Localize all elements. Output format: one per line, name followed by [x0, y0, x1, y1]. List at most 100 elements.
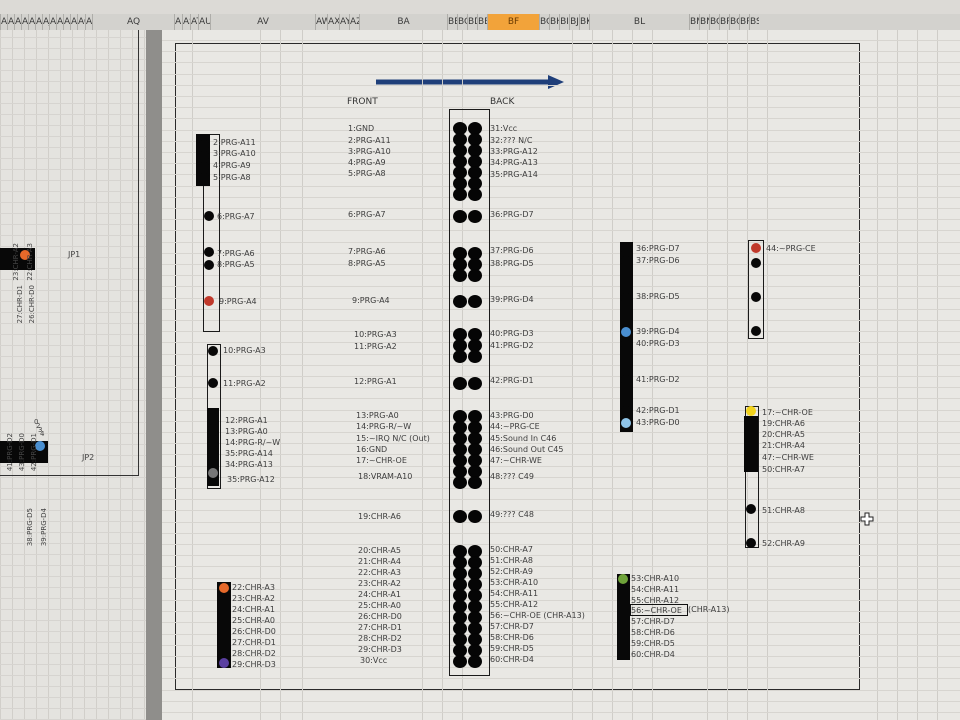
column-header-as[interactable]: AS: [182, 14, 190, 30]
column-header-at[interactable]: AT: [190, 14, 198, 30]
back-pin-label: 35:PRG-A14: [490, 170, 538, 179]
frozen-pane-divider[interactable]: [146, 30, 162, 720]
left-pane-rotated-label: 43:PRG-D0: [18, 433, 26, 472]
column-header-au[interactable]: AU: [198, 14, 210, 30]
grid-hline: [162, 387, 960, 388]
column-header-aw[interactable]: AW: [315, 14, 327, 30]
column-header-bl[interactable]: BL: [589, 14, 689, 30]
right2b-pin: [746, 538, 756, 548]
column-header-ag[interactable]: AG: [21, 14, 28, 30]
column-header-bd[interactable]: BD: [467, 14, 477, 30]
grid-vline: [727, 30, 728, 720]
front-pin-label: 5:PRG-A8: [348, 169, 386, 178]
column-header-bm[interactable]: BM: [689, 14, 699, 30]
column-header-bf[interactable]: BF: [487, 14, 539, 30]
column-header-ar[interactable]: AR: [174, 14, 182, 30]
column-header-bo[interactable]: BO: [709, 14, 719, 30]
column-header-ax[interactable]: AX: [327, 14, 339, 30]
column-header-az[interactable]: AZ: [349, 14, 359, 30]
right2-pin: [751, 258, 761, 268]
grid-hline: [162, 342, 960, 343]
column-header-aq[interactable]: AQ: [92, 14, 174, 30]
column-header-am[interactable]: AM: [63, 14, 70, 30]
column-header-bs[interactable]: BS: [749, 14, 759, 30]
left-pane-rotated-label: 41:PRG-D2: [6, 433, 14, 472]
edge-pin-back: [468, 269, 482, 282]
front-pin-label: 26:CHR-D0: [358, 612, 402, 621]
selected-cell[interactable]: [630, 604, 688, 616]
grid-hline: [162, 107, 960, 108]
left-strip-b-pin: [208, 446, 218, 456]
grid-hline: [162, 219, 960, 220]
right2-label: 44:~PRG-CE: [766, 244, 816, 253]
grid-hline: [162, 309, 960, 310]
column-header-be[interactable]: BE: [477, 14, 487, 30]
grid-hline: [162, 667, 960, 668]
column-header-br[interactable]: BR: [739, 14, 749, 30]
column-header-bi[interactable]: BI: [559, 14, 569, 30]
grid-hline: [162, 645, 960, 646]
column-header-ae[interactable]: AE: [7, 14, 14, 30]
column-header-bc[interactable]: BC: [457, 14, 467, 30]
column-header-ah[interactable]: AH: [28, 14, 35, 30]
jp2-label: JP2: [82, 453, 95, 462]
grid-hline: [162, 85, 960, 86]
grid-hline: [162, 566, 960, 567]
column-header-ad[interactable]: AD: [0, 14, 7, 30]
column-header-bh[interactable]: BH: [549, 14, 559, 30]
grid-vline: [592, 30, 593, 720]
left-connector-label: 26:CHR-D0: [232, 627, 276, 636]
left-connector-label: 13:PRG-A0: [225, 427, 268, 436]
left-strip-a-pin: [199, 151, 209, 161]
column-header-av[interactable]: AV: [210, 14, 315, 30]
column-header-ao[interactable]: AO: [77, 14, 85, 30]
column-header-bj[interactable]: BJ: [569, 14, 579, 30]
back-pin-label: 39:PRG-D4: [490, 295, 534, 304]
column-header-al[interactable]: AL: [56, 14, 63, 30]
back-pin-label: 32:??? N/C: [490, 136, 533, 145]
back-pin-label: 36:PRG-D7: [490, 210, 534, 219]
left-pane-digit: 4: [40, 430, 45, 438]
column-header-bb[interactable]: BB: [447, 14, 457, 30]
grid-hline: [162, 51, 960, 52]
column-header-af[interactable]: AF: [14, 14, 21, 30]
edge-pin-front: [453, 188, 467, 201]
grid-hline: [162, 163, 960, 164]
back-pin-label: 52:CHR-A9: [490, 567, 533, 576]
back-pin-label: 49:??? C48: [490, 510, 534, 519]
column-header-bg[interactable]: BG: [539, 14, 549, 30]
left-connector-label: 10:PRG-A3: [223, 346, 266, 355]
column-header-bn[interactable]: BN: [699, 14, 709, 30]
right1-label: 38:PRG-D5: [636, 292, 680, 301]
left-pane-rotated-label: 26:CHR-D0: [28, 285, 36, 324]
column-header-bp[interactable]: BP: [719, 14, 729, 30]
column-header-aj[interactable]: AJ: [42, 14, 49, 30]
grid-hline: [162, 544, 960, 545]
right2b-label: 52:CHR-A9: [762, 539, 805, 548]
right1b-label: 58:CHR-D6: [631, 628, 675, 637]
front-pin-label: 18:VRAM-A10: [358, 472, 413, 481]
grid-hline: [162, 264, 960, 265]
grid-hline: [162, 454, 960, 455]
grid-hline: [162, 690, 960, 691]
right2b-label: 21:CHR-A4: [762, 441, 805, 450]
left-connector-label: 34:PRG-A13: [225, 460, 273, 469]
grid-hline: [162, 533, 960, 534]
column-header-bq[interactable]: BQ: [729, 14, 739, 30]
column-header-ba[interactable]: BA: [359, 14, 447, 30]
left-pin-purple: [219, 658, 229, 668]
column-header-ai[interactable]: AI: [35, 14, 42, 30]
grid-hline: [162, 477, 960, 478]
column-header-an[interactable]: AN: [70, 14, 77, 30]
column-header-ay[interactable]: AY: [339, 14, 349, 30]
back-pin-label: 40:PRG-D3: [490, 329, 534, 338]
grid-vline: [612, 30, 613, 720]
column-header-ap[interactable]: AP: [85, 14, 92, 30]
front-pin-label: 23:CHR-A2: [358, 579, 401, 588]
grid-hline: [162, 678, 960, 679]
spreadsheet-grid[interactable]: FRONT BACK 2:PRG-A11 3:PRG-A10 4:PRG-A9 5:P…: [162, 30, 960, 720]
left-connector-label: 2:PRG-A11: [213, 138, 256, 147]
front-pin-label: 6:PRG-A7: [348, 210, 386, 219]
column-header-bk[interactable]: BK: [579, 14, 589, 30]
column-header-ak[interactable]: AK: [49, 14, 56, 30]
